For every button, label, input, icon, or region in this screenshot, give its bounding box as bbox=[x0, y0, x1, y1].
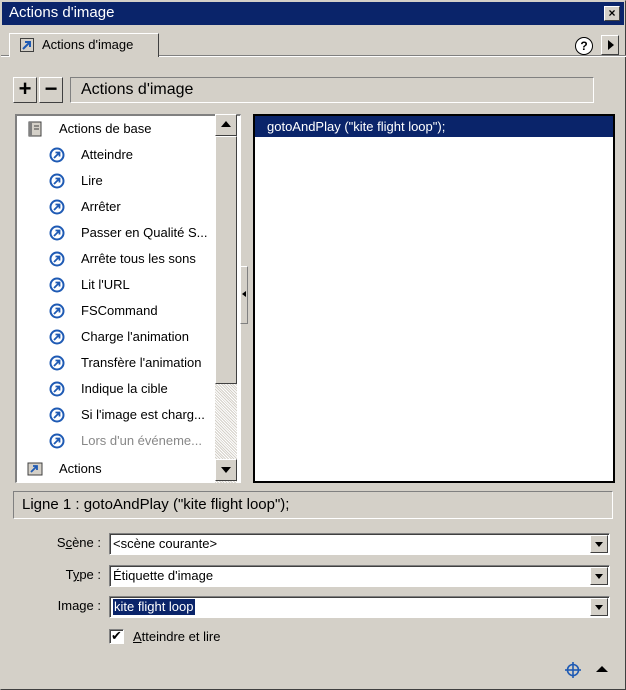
close-button[interactable]: × bbox=[604, 6, 620, 21]
type-label-part: pe : bbox=[79, 567, 101, 582]
scroll-thumb[interactable] bbox=[215, 136, 237, 384]
tree-header-label: Actions bbox=[59, 461, 102, 476]
tree-header-label: Actions de base bbox=[59, 121, 152, 136]
action-arrow-icon bbox=[49, 225, 65, 241]
goto-and-play-label[interactable]: Atteindre et lire bbox=[133, 629, 220, 644]
scene-dropdown-button[interactable] bbox=[590, 535, 608, 553]
scene-label-part: ène : bbox=[72, 535, 101, 550]
panel-splitter-handle[interactable] bbox=[240, 266, 248, 324]
tree-item[interactable]: Si l'image est charg... bbox=[17, 402, 222, 428]
tree-header-actions[interactable]: Actions bbox=[17, 456, 222, 482]
type-label-part: T bbox=[65, 567, 73, 582]
action-arrow-icon bbox=[49, 407, 65, 423]
book-icon bbox=[28, 121, 42, 137]
goto-and-play-checkbox[interactable]: ✔ bbox=[109, 629, 124, 644]
scene-label-part: S bbox=[56, 535, 66, 550]
action-arrow-icon bbox=[49, 199, 65, 215]
panel-menu-button[interactable] bbox=[601, 35, 619, 55]
tree-item[interactable]: Lit l'URL bbox=[17, 272, 222, 298]
action-arrow-icon bbox=[49, 381, 65, 397]
tree-item[interactable]: Arrêter bbox=[17, 194, 222, 220]
script-line-selected[interactable]: gotoAndPlay ("kite flight loop"); bbox=[255, 116, 613, 137]
panel-title-field: Actions d'image bbox=[70, 77, 594, 103]
tree-header-basic-actions[interactable]: Actions de base bbox=[17, 116, 222, 142]
action-arrow-icon bbox=[49, 355, 65, 371]
tree-item-label: Passer en Qualité S... bbox=[81, 225, 208, 240]
tree-item-label: Lors d'un événeme... bbox=[81, 433, 202, 448]
tree-item-label: Lire bbox=[81, 173, 103, 188]
title-bar[interactable]: Actions d'image × bbox=[2, 2, 624, 25]
tree-item-label: FSCommand bbox=[81, 303, 158, 318]
image-label: Image : bbox=[57, 598, 101, 613]
tree-item[interactable]: FSCommand bbox=[17, 298, 222, 324]
tree-item-label: Arrêter bbox=[81, 199, 121, 214]
image-dropdown-button[interactable] bbox=[590, 598, 608, 616]
tree-item-label: Atteindre bbox=[81, 147, 134, 162]
action-arrow-icon bbox=[49, 147, 65, 163]
tree-item[interactable]: Transfère l'animation bbox=[17, 350, 222, 376]
script-pane[interactable]: gotoAndPlay ("kite flight loop"); bbox=[253, 114, 615, 483]
tree-item[interactable]: Charge l'animation bbox=[17, 324, 222, 350]
action-arrow-icon bbox=[20, 38, 34, 52]
action-arrow-icon bbox=[49, 329, 65, 345]
tree-item-label: Indique la cible bbox=[81, 381, 168, 396]
scene-label: Scène : bbox=[35, 535, 101, 550]
tree-item[interactable]: Passer en Qualité S... bbox=[17, 220, 222, 246]
scene-value: <scène courante> bbox=[113, 536, 218, 551]
tree-item-label: Lit l'URL bbox=[81, 277, 130, 292]
panel-title: Actions d'image bbox=[81, 81, 194, 98]
crosshair-target-icon[interactable] bbox=[564, 661, 582, 679]
line-status: Ligne 1 : gotoAndPlay ("kite flight loop… bbox=[13, 491, 613, 519]
tree-item[interactable]: Atteindre bbox=[17, 142, 222, 168]
tab-label: Actions d'image bbox=[42, 37, 134, 52]
tree-item-label: Arrête tous les sons bbox=[81, 251, 196, 266]
scroll-down-button[interactable] bbox=[215, 459, 237, 481]
tab-actions-image[interactable]: Actions d'image bbox=[9, 33, 159, 57]
goto-and-play-text: tteindre et lire bbox=[141, 629, 221, 644]
action-tree[interactable]: Actions de base Atteindre Lire Arrêter P… bbox=[15, 114, 241, 483]
scene-select[interactable]: <scène courante> bbox=[109, 533, 610, 555]
tree-item[interactable]: Lors d'un événeme... bbox=[17, 428, 222, 454]
tree-item-label: Charge l'animation bbox=[81, 329, 189, 344]
image-select[interactable]: kite flight loop bbox=[109, 596, 610, 618]
action-arrow-icon bbox=[49, 433, 65, 449]
action-arrow-icon bbox=[49, 251, 65, 267]
tree-item[interactable]: Lire bbox=[17, 168, 222, 194]
add-action-button[interactable]: + bbox=[13, 77, 37, 103]
action-arrow-icon bbox=[49, 277, 65, 293]
tree-item[interactable]: Indique la cible bbox=[17, 376, 222, 402]
actions-window: Actions d'image × Actions d'image ? + − … bbox=[0, 0, 626, 690]
tree-item[interactable]: Arrête tous les sons bbox=[17, 246, 222, 272]
type-value: Étiquette d'image bbox=[113, 568, 214, 583]
type-select[interactable]: Étiquette d'image bbox=[109, 565, 610, 587]
remove-action-button[interactable]: − bbox=[39, 77, 63, 103]
action-arrow-icon bbox=[49, 303, 65, 319]
folder-actions-icon bbox=[27, 462, 43, 476]
goto-and-play-accesskey: A bbox=[133, 629, 142, 644]
tree-item-label: Transfère l'animation bbox=[81, 355, 202, 370]
image-value[interactable]: kite flight loop bbox=[113, 599, 195, 615]
type-dropdown-button[interactable] bbox=[590, 567, 608, 585]
scroll-up-button[interactable] bbox=[215, 114, 237, 136]
window-title: Actions d'image bbox=[9, 4, 115, 21]
help-button[interactable]: ? bbox=[575, 37, 593, 55]
collapse-parameters-icon[interactable] bbox=[596, 665, 608, 675]
type-label: Type : bbox=[35, 567, 101, 582]
tree-scrollbar[interactable] bbox=[215, 114, 237, 483]
tab-row: Actions d'image ? bbox=[1, 27, 626, 57]
action-arrow-icon bbox=[49, 173, 65, 189]
toolbar: + − Actions d'image bbox=[13, 77, 617, 105]
tree-item-label: Si l'image est charg... bbox=[81, 407, 205, 422]
